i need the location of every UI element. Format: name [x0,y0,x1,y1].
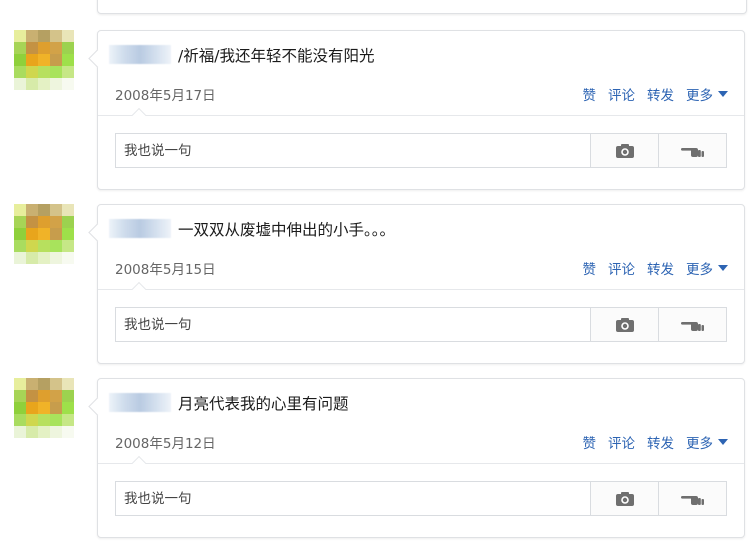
photo-button[interactable] [590,134,658,167]
avatar[interactable] [14,378,74,438]
divider [98,463,744,464]
chevron-down-icon [718,265,728,271]
poke-button[interactable] [658,308,726,341]
avatar[interactable] [14,204,74,264]
comment-box [115,481,727,516]
like-button[interactable]: 赞 [583,258,597,278]
share-button[interactable]: 转发 [647,258,674,278]
share-button[interactable]: 转发 [647,84,674,104]
status-text: /祈福/我还年轻不能没有阳光 [178,47,375,65]
avatar[interactable] [14,30,74,90]
chevron-down-icon [718,439,728,445]
camera-icon [615,491,634,506]
more-button[interactable]: 更多 [686,84,728,104]
comment-box [115,133,727,168]
comment-input[interactable] [116,308,590,341]
post-card: 一双双从废墟中伸出的小手。。。 2008年5月15日 赞 评论 转发 更多 [97,204,745,364]
pointing-hand-icon [680,147,704,157]
post-date: 2008年5月17日 [115,88,216,104]
status-post: /祈福/我还年轻不能没有阳光 2008年5月17日 赞 评论 转发 更多 [0,30,753,205]
comment-box [115,307,727,342]
more-button[interactable]: 更多 [686,258,728,278]
more-label: 更多 [686,262,713,278]
share-button[interactable]: 转发 [647,432,674,452]
post-card: 月亮代表我的心里有问题 2008年5月12日 赞 评论 转发 更多 [97,378,745,538]
user-name[interactable] [109,219,171,238]
status-text: 一双双从废墟中伸出的小手。。。 [178,221,396,239]
user-name[interactable] [109,45,171,64]
status-post: 一双双从废墟中伸出的小手。。。 2008年5月15日 赞 评论 转发 更多 [0,204,753,379]
poke-button[interactable] [658,134,726,167]
post-actions: 赞 评论 转发 更多 [583,432,728,452]
poke-button[interactable] [658,482,726,515]
divider [98,115,744,116]
more-label: 更多 [686,88,713,104]
previous-post-card [97,0,747,14]
comment-button[interactable]: 评论 [608,84,635,104]
like-button[interactable]: 赞 [583,432,597,452]
more-label: 更多 [686,436,713,452]
comment-input[interactable] [116,134,590,167]
photo-button[interactable] [590,308,658,341]
user-name[interactable] [109,393,171,412]
comment-button[interactable]: 评论 [608,432,635,452]
comment-button[interactable]: 评论 [608,258,635,278]
divider [98,289,744,290]
post-date: 2008年5月12日 [115,436,216,452]
comment-input[interactable] [116,482,590,515]
photo-button[interactable] [590,482,658,515]
status-text: 月亮代表我的心里有问题 [178,395,349,413]
more-button[interactable]: 更多 [686,432,728,452]
chevron-down-icon [718,91,728,97]
pointing-hand-icon [680,321,704,331]
post-actions: 赞 评论 转发 更多 [583,84,728,104]
status-post: 月亮代表我的心里有问题 2008年5月12日 赞 评论 转发 更多 [0,378,753,553]
camera-icon [615,317,634,332]
pointing-hand-icon [680,495,704,505]
camera-icon [615,143,634,158]
post-date: 2008年5月15日 [115,262,216,278]
post-actions: 赞 评论 转发 更多 [583,258,728,278]
post-card: /祈福/我还年轻不能没有阳光 2008年5月17日 赞 评论 转发 更多 [97,30,745,190]
like-button[interactable]: 赞 [583,84,597,104]
